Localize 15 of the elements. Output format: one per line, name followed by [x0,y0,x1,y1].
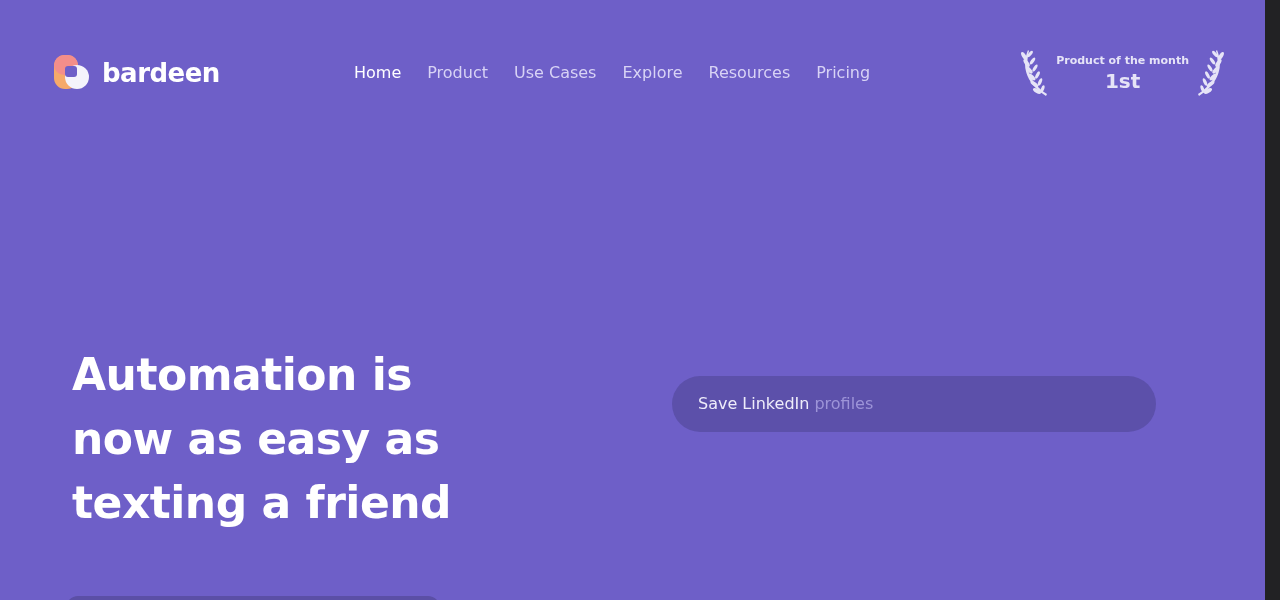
scrollbar[interactable] [1265,0,1280,600]
nav-link[interactable]: Pricing [816,61,871,85]
prompt-suggestion: profiles [814,393,874,415]
hero-headline: Automation is now as easy as texting a friend [72,348,453,530]
logo-icon[interactable] [54,55,90,91]
nav-link[interactable]: Resources [708,61,791,85]
nav-link[interactable]: Explore [622,61,683,85]
prompt-field[interactable]: Save LinkedIn profiles [672,376,1156,432]
award-title: Product of the month [1056,52,1189,69]
award-rank: 1st [1104,69,1141,94]
prompt-text: Save LinkedIn [698,393,810,415]
logo-wordmark[interactable]: bardeen [102,53,220,93]
nav-link[interactable]: Home [354,61,402,85]
nav-link[interactable]: Product [427,61,488,85]
nav-link[interactable]: Use Cases [514,61,597,85]
